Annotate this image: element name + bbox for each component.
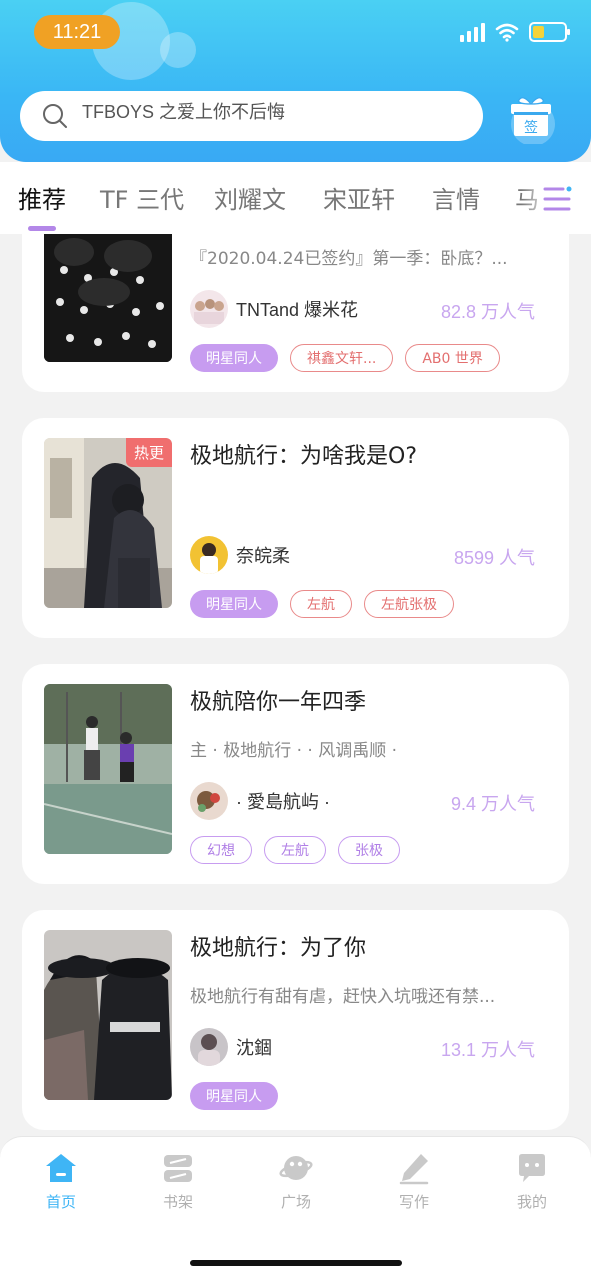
battery-icon (529, 22, 570, 42)
pen-icon (399, 1154, 429, 1185)
wifi-icon (495, 23, 519, 42)
tag[interactable]: 张极 (338, 836, 400, 864)
home-indicator-area (0, 1228, 591, 1280)
signin-label: 签 (524, 119, 538, 136)
tag[interactable]: 祺鑫文轩... (290, 344, 394, 372)
nav-bookshelf-label: 书架 (162, 1193, 193, 1211)
gift-icon: 签 (511, 97, 555, 146)
author-name: · 愛島航屿 · (236, 792, 330, 812)
chat-bubble-icon (519, 1154, 545, 1182)
popularity: 13.1 万人气 (440, 1040, 535, 1060)
category-menu-icon[interactable] (541, 184, 573, 214)
tag-list: 明星同人 左航 左航张极 (190, 590, 454, 618)
avatar (190, 1028, 228, 1066)
home-icon (46, 1154, 76, 1182)
nav-plaza-label: 广场 (280, 1193, 311, 1211)
tag[interactable]: 明星同人 (190, 344, 278, 372)
book-card[interactable]: 『2020.04.24已签约』第一季：卧底？... TNTand 爆米花 82.… (22, 234, 569, 392)
book-title: 极地航行：为啥我是O? (190, 444, 417, 469)
book-title: 极航陪你一年四季 (190, 690, 367, 715)
avatar (190, 782, 228, 820)
author[interactable]: · 愛島航屿 · (190, 782, 330, 820)
book-card[interactable]: 极地航行：为了你 极地航行有甜有虐，赶快入坑哦还有禁... 沈錮 13.1 万人… (22, 910, 569, 1130)
active-tab-indicator (28, 226, 56, 231)
tab-liu-yaowen[interactable]: 刘耀文 (214, 180, 286, 215)
popularity: 8599 人气 (453, 548, 535, 568)
nav-home[interactable]: 首页 (21, 1151, 101, 1212)
signal-icon (460, 22, 485, 42)
planet-icon (279, 1156, 313, 1180)
nav-me[interactable]: 我的 (492, 1151, 572, 1212)
nav-write[interactable]: 写作 (374, 1151, 454, 1212)
tag[interactable]: 幻想 (190, 836, 252, 864)
tag[interactable]: 明星同人 (190, 590, 278, 618)
status-icons (460, 22, 570, 42)
author-name: 奈皖柔 (236, 546, 290, 566)
avatar (190, 536, 228, 574)
tab-tf3[interactable]: TF 三代 (100, 180, 184, 215)
book-card[interactable]: 热更 极地航行：为啥我是O? 奈皖柔 8599 人气 明星同人 左航 左航张极 (22, 418, 569, 638)
book-cover (44, 234, 172, 362)
book-title: 极地航行：为了你 (190, 936, 367, 961)
popularity: 9.4 万人气 (450, 794, 535, 814)
bottom-nav: 首页 书架 广场 写作 我的 (0, 1136, 591, 1228)
author[interactable]: TNTand 爆米花 (190, 290, 358, 328)
book-description: 『2020.04.24已签约』第一季：卧底？... (190, 249, 508, 269)
popularity: 82.8 万人气 (440, 302, 535, 322)
book-card[interactable]: 极航陪你一年四季 主 · 极地航行 · · 风调禹顺 · · 愛島航屿 · 9.… (22, 664, 569, 884)
tag-list: 明星同人 祺鑫文轩... AB0 世界 (190, 344, 500, 372)
bookshelf-icon (164, 1155, 192, 1182)
search-icon (43, 104, 67, 128)
header: 11:21 TFBOYS 之爱上你不后悔 签 (0, 0, 591, 162)
tag[interactable]: AB0 世界 (405, 344, 500, 372)
tag[interactable]: 左航张极 (364, 590, 454, 618)
book-description: 主 · 极地航行 · · 风调禹顺 · (190, 741, 398, 761)
tag[interactable]: 明星同人 (190, 1082, 278, 1110)
search-input[interactable]: TFBOYS 之爱上你不后悔 (20, 91, 483, 141)
category-tabs: 推荐 TF 三代 刘耀文 宋亚轩 言情 马 (0, 162, 591, 234)
nav-plaza[interactable]: 广场 (256, 1151, 336, 1212)
tag[interactable]: 左航 (264, 836, 326, 864)
hot-update-badge: 热更 (125, 438, 172, 467)
author[interactable]: 奈皖柔 (190, 536, 290, 574)
book-cover (44, 684, 172, 854)
tag[interactable]: 左航 (290, 590, 352, 618)
tab-song-yaxuan[interactable]: 宋亚轩 (323, 180, 395, 215)
decor-bubble (160, 32, 196, 68)
home-indicator[interactable] (190, 1260, 402, 1266)
book-cover (44, 930, 172, 1100)
nav-home-label: 首页 (45, 1193, 76, 1211)
author-name: TNTand 爆米花 (236, 300, 359, 320)
author[interactable]: 沈錮 (190, 1028, 272, 1066)
status-time: 11:21 (34, 15, 120, 49)
search-query: TFBOYS 之爱上你不后悔 (82, 102, 286, 122)
nav-bookshelf[interactable]: 书架 (138, 1151, 218, 1212)
book-description: 极地航行有甜有虐，赶快入坑哦还有禁... (190, 987, 496, 1007)
tag-list: 明星同人 (190, 1082, 278, 1110)
book-cover: 热更 (44, 438, 172, 608)
tab-recommend[interactable]: 推荐 (18, 180, 66, 215)
nav-write-label: 写作 (398, 1193, 429, 1211)
signin-gift-button[interactable]: 签 (505, 92, 557, 146)
author-name: 沈錮 (236, 1038, 272, 1058)
tab-romance[interactable]: 言情 (432, 180, 480, 215)
nav-me-label: 我的 (516, 1193, 547, 1211)
tag-list: 幻想 左航 张极 (190, 836, 400, 864)
book-list: 『2020.04.24已签约』第一季：卧底？... TNTand 爆米花 82.… (0, 234, 591, 1134)
avatar (190, 290, 228, 328)
